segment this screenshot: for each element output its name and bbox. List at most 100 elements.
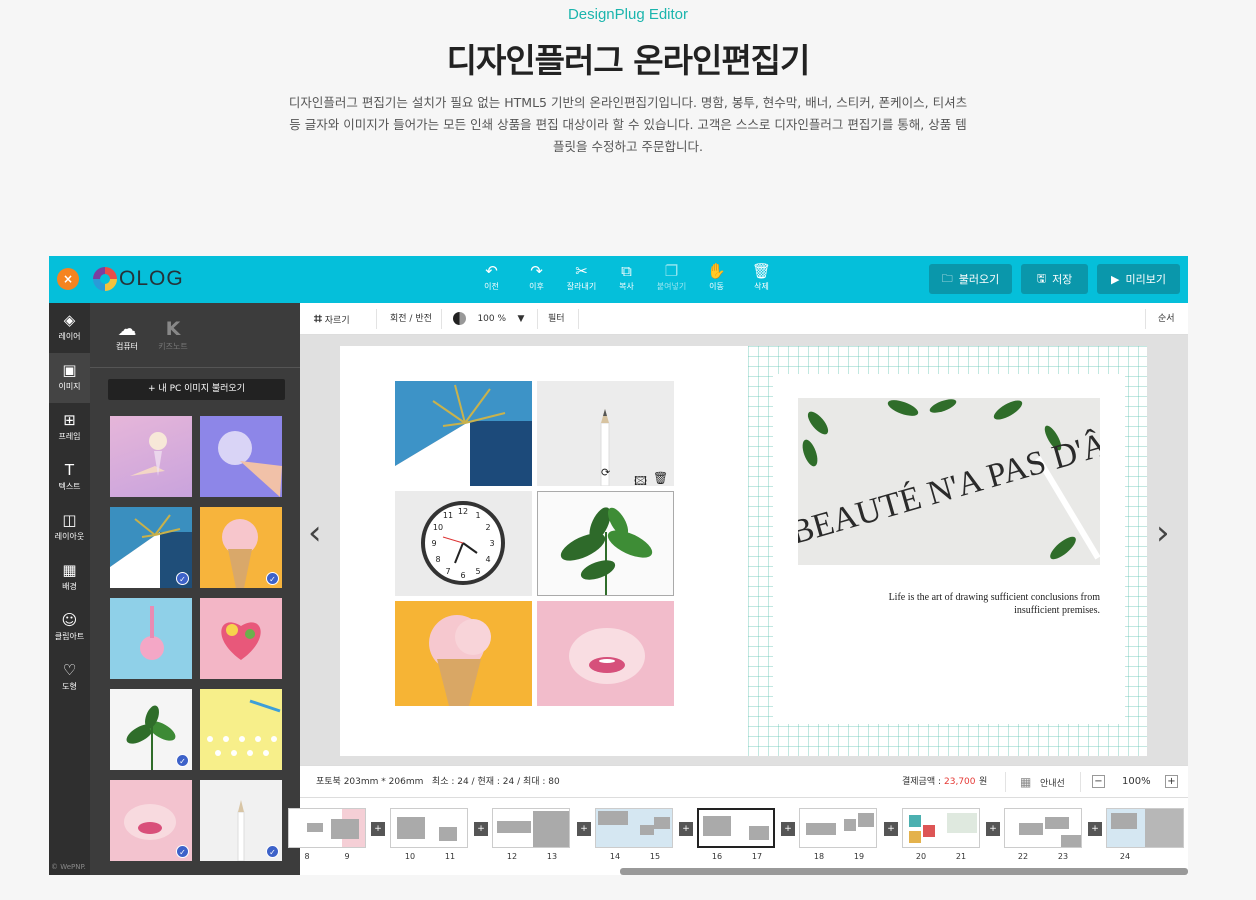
add-page-button[interactable]: + — [679, 822, 693, 836]
crop-button[interactable]: ⌗ 자르기 — [314, 303, 350, 335]
layers-icon: ◈ — [63, 311, 76, 329]
page-number: 18 — [813, 852, 825, 861]
cut-button[interactable]: ✂ 잘라내기 — [559, 261, 604, 292]
page-spread[interactable] — [595, 808, 673, 848]
photo-palm-building[interactable] — [395, 381, 532, 486]
rotate-handle-icon[interactable]: ⟳ — [601, 466, 610, 479]
image-thumb[interactable]: ✓ — [110, 507, 192, 588]
page-number: 22 — [1017, 852, 1029, 861]
photo-lips[interactable] — [537, 601, 674, 706]
horizontal-scrollbar[interactable] — [620, 868, 1188, 875]
page-spread[interactable] — [1004, 808, 1082, 848]
redo-button[interactable]: ↷ 이후 — [514, 261, 559, 292]
page-number: 17 — [751, 852, 763, 861]
move-button[interactable]: ✋ 이동 — [694, 261, 739, 292]
sidebar-item-frame[interactable]: ⊞ 프레임 — [49, 403, 90, 453]
placeholder-box — [703, 816, 731, 836]
close-button[interactable]: × — [57, 268, 79, 290]
page-number: 15 — [649, 852, 661, 861]
image-panel: ☁ 컴퓨터 K 키즈노트 + 내 PC 이미지 불러오기 ✓ ✓ ✓ ✓ ✓ — [90, 303, 300, 875]
guide-toggle[interactable]: ▦ 안내선 — [1020, 766, 1065, 798]
image-thumb[interactable] — [110, 416, 192, 497]
filter-button[interactable]: 필터 — [548, 303, 565, 335]
sidebar-item-shape[interactable]: ♡ 도형 — [49, 653, 90, 703]
trash-icon: 🗑 — [751, 262, 772, 280]
tab-keynote[interactable]: K 키즈노트 — [148, 317, 198, 352]
load-button[interactable]: 🗀 불러오기 — [929, 264, 1012, 294]
sidebar-item-image[interactable]: ▣ 이미지 — [49, 353, 90, 403]
zoom-in-button[interactable]: + — [1165, 775, 1178, 788]
quote-text[interactable]: Life is the art of drawing sufficient co… — [863, 591, 1100, 617]
image-thumb[interactable]: ✓ — [200, 780, 282, 861]
page-spread[interactable] — [902, 808, 980, 848]
page-spread[interactable] — [492, 808, 570, 848]
crop-label: 자르기 — [324, 316, 350, 326]
delete-button[interactable]: 🗑 삭제 — [739, 261, 784, 292]
page-number: 24 — [1119, 852, 1131, 861]
divider — [537, 309, 538, 329]
placeholder-box — [640, 825, 654, 835]
thumb-yellow-pattern — [207, 699, 281, 756]
page-spread[interactable] — [799, 808, 877, 848]
placeholder-box — [331, 819, 359, 839]
mini-photo — [909, 815, 921, 827]
opacity-control[interactable]: 100 % ▼ — [453, 303, 524, 335]
image-thumb[interactable] — [200, 598, 282, 679]
divider — [1005, 772, 1006, 792]
prev-page-arrow[interactable]: ‹ — [308, 513, 322, 553]
undo-button[interactable]: ↶ 이전 — [469, 261, 514, 292]
add-page-button[interactable]: + — [371, 822, 385, 836]
placeholder-box — [806, 823, 836, 835]
order-button[interactable]: 순서 — [1158, 303, 1175, 335]
page-spread[interactable] — [288, 808, 366, 848]
photo-plant-selected[interactable] — [537, 491, 674, 596]
sidebar-item-layout[interactable]: ◫ 레이아웃 — [49, 503, 90, 553]
delete-image-icon[interactable]: 🗑 — [653, 471, 668, 485]
image-thumb[interactable]: ✓ — [110, 780, 192, 861]
image-thumb[interactable] — [110, 598, 192, 679]
rotate-flip-button[interactable]: 회전 / 반전 — [390, 303, 432, 335]
page-spread[interactable] — [390, 808, 468, 848]
thumb-glass-flowers — [130, 432, 167, 476]
page-spread[interactable] — [1106, 808, 1184, 848]
photo-clock[interactable]: 12 3 6 9 1 2 4 5 7 8 10 11 — [395, 491, 532, 596]
replace-image-icon[interactable]: 🖾 — [634, 472, 647, 493]
image-thumb[interactable]: ✓ — [200, 507, 282, 588]
add-page-button[interactable]: + — [986, 822, 1000, 836]
zoom-out-button[interactable]: − — [1092, 775, 1105, 788]
add-page-button[interactable]: + — [474, 822, 488, 836]
preview-button[interactable]: ▶ 미리보기 — [1097, 264, 1180, 294]
page-spread-selected[interactable] — [697, 808, 775, 848]
add-page-button[interactable]: + — [781, 822, 795, 836]
sidebar-item-clipart[interactable]: ☺ 클립아트 — [49, 603, 90, 653]
next-page-arrow[interactable]: › — [1156, 513, 1170, 553]
hero-description: 디자인플러그 편집기는 설치가 필요 없는 HTML5 기반의 온라인편집기입니… — [288, 95, 968, 154]
paste-button[interactable]: ❐ 붙여넣기 — [649, 261, 694, 292]
copy-button[interactable]: ⧉ 복사 — [604, 261, 649, 292]
page-number: 12 — [506, 852, 518, 861]
add-page-button[interactable]: + — [884, 822, 898, 836]
placeholder-box — [439, 827, 457, 841]
tab-computer[interactable]: ☁ 컴퓨터 — [102, 317, 152, 352]
upload-pc-image-button[interactable]: + 내 PC 이미지 불러오기 — [108, 379, 285, 400]
sidebar-item-text[interactable]: T 텍스트 — [49, 453, 90, 503]
add-page-button[interactable]: + — [1088, 822, 1102, 836]
placeholder-box — [307, 823, 323, 832]
divider — [1145, 309, 1146, 329]
svg-text:11: 11 — [443, 511, 453, 520]
cloud-upload-icon: ☁ — [117, 318, 137, 340]
image-thumb[interactable] — [200, 416, 282, 497]
add-page-button[interactable]: + — [577, 822, 591, 836]
save-button[interactable]: 🖫 저장 — [1021, 264, 1088, 294]
hero-title: 디자인플러그 온라인편집기 — [446, 41, 811, 80]
page-number: 20 — [915, 852, 927, 861]
load-label: 불러오기 — [958, 273, 1000, 286]
sidebar-item-background[interactable]: ▦ 배경 — [49, 553, 90, 603]
check-icon: ✓ — [176, 572, 189, 585]
photo-beaute[interactable]: LA BEAUTÉ N'A PAS D'ÂGE — [798, 398, 1100, 565]
image-thumb[interactable] — [200, 689, 282, 770]
copy-icon: ⧉ — [621, 262, 632, 280]
sidebar-item-layer[interactable]: ◈ 레이어 — [49, 303, 90, 353]
photo-icecream[interactable] — [395, 601, 532, 706]
image-thumb[interactable]: ✓ — [110, 689, 192, 770]
